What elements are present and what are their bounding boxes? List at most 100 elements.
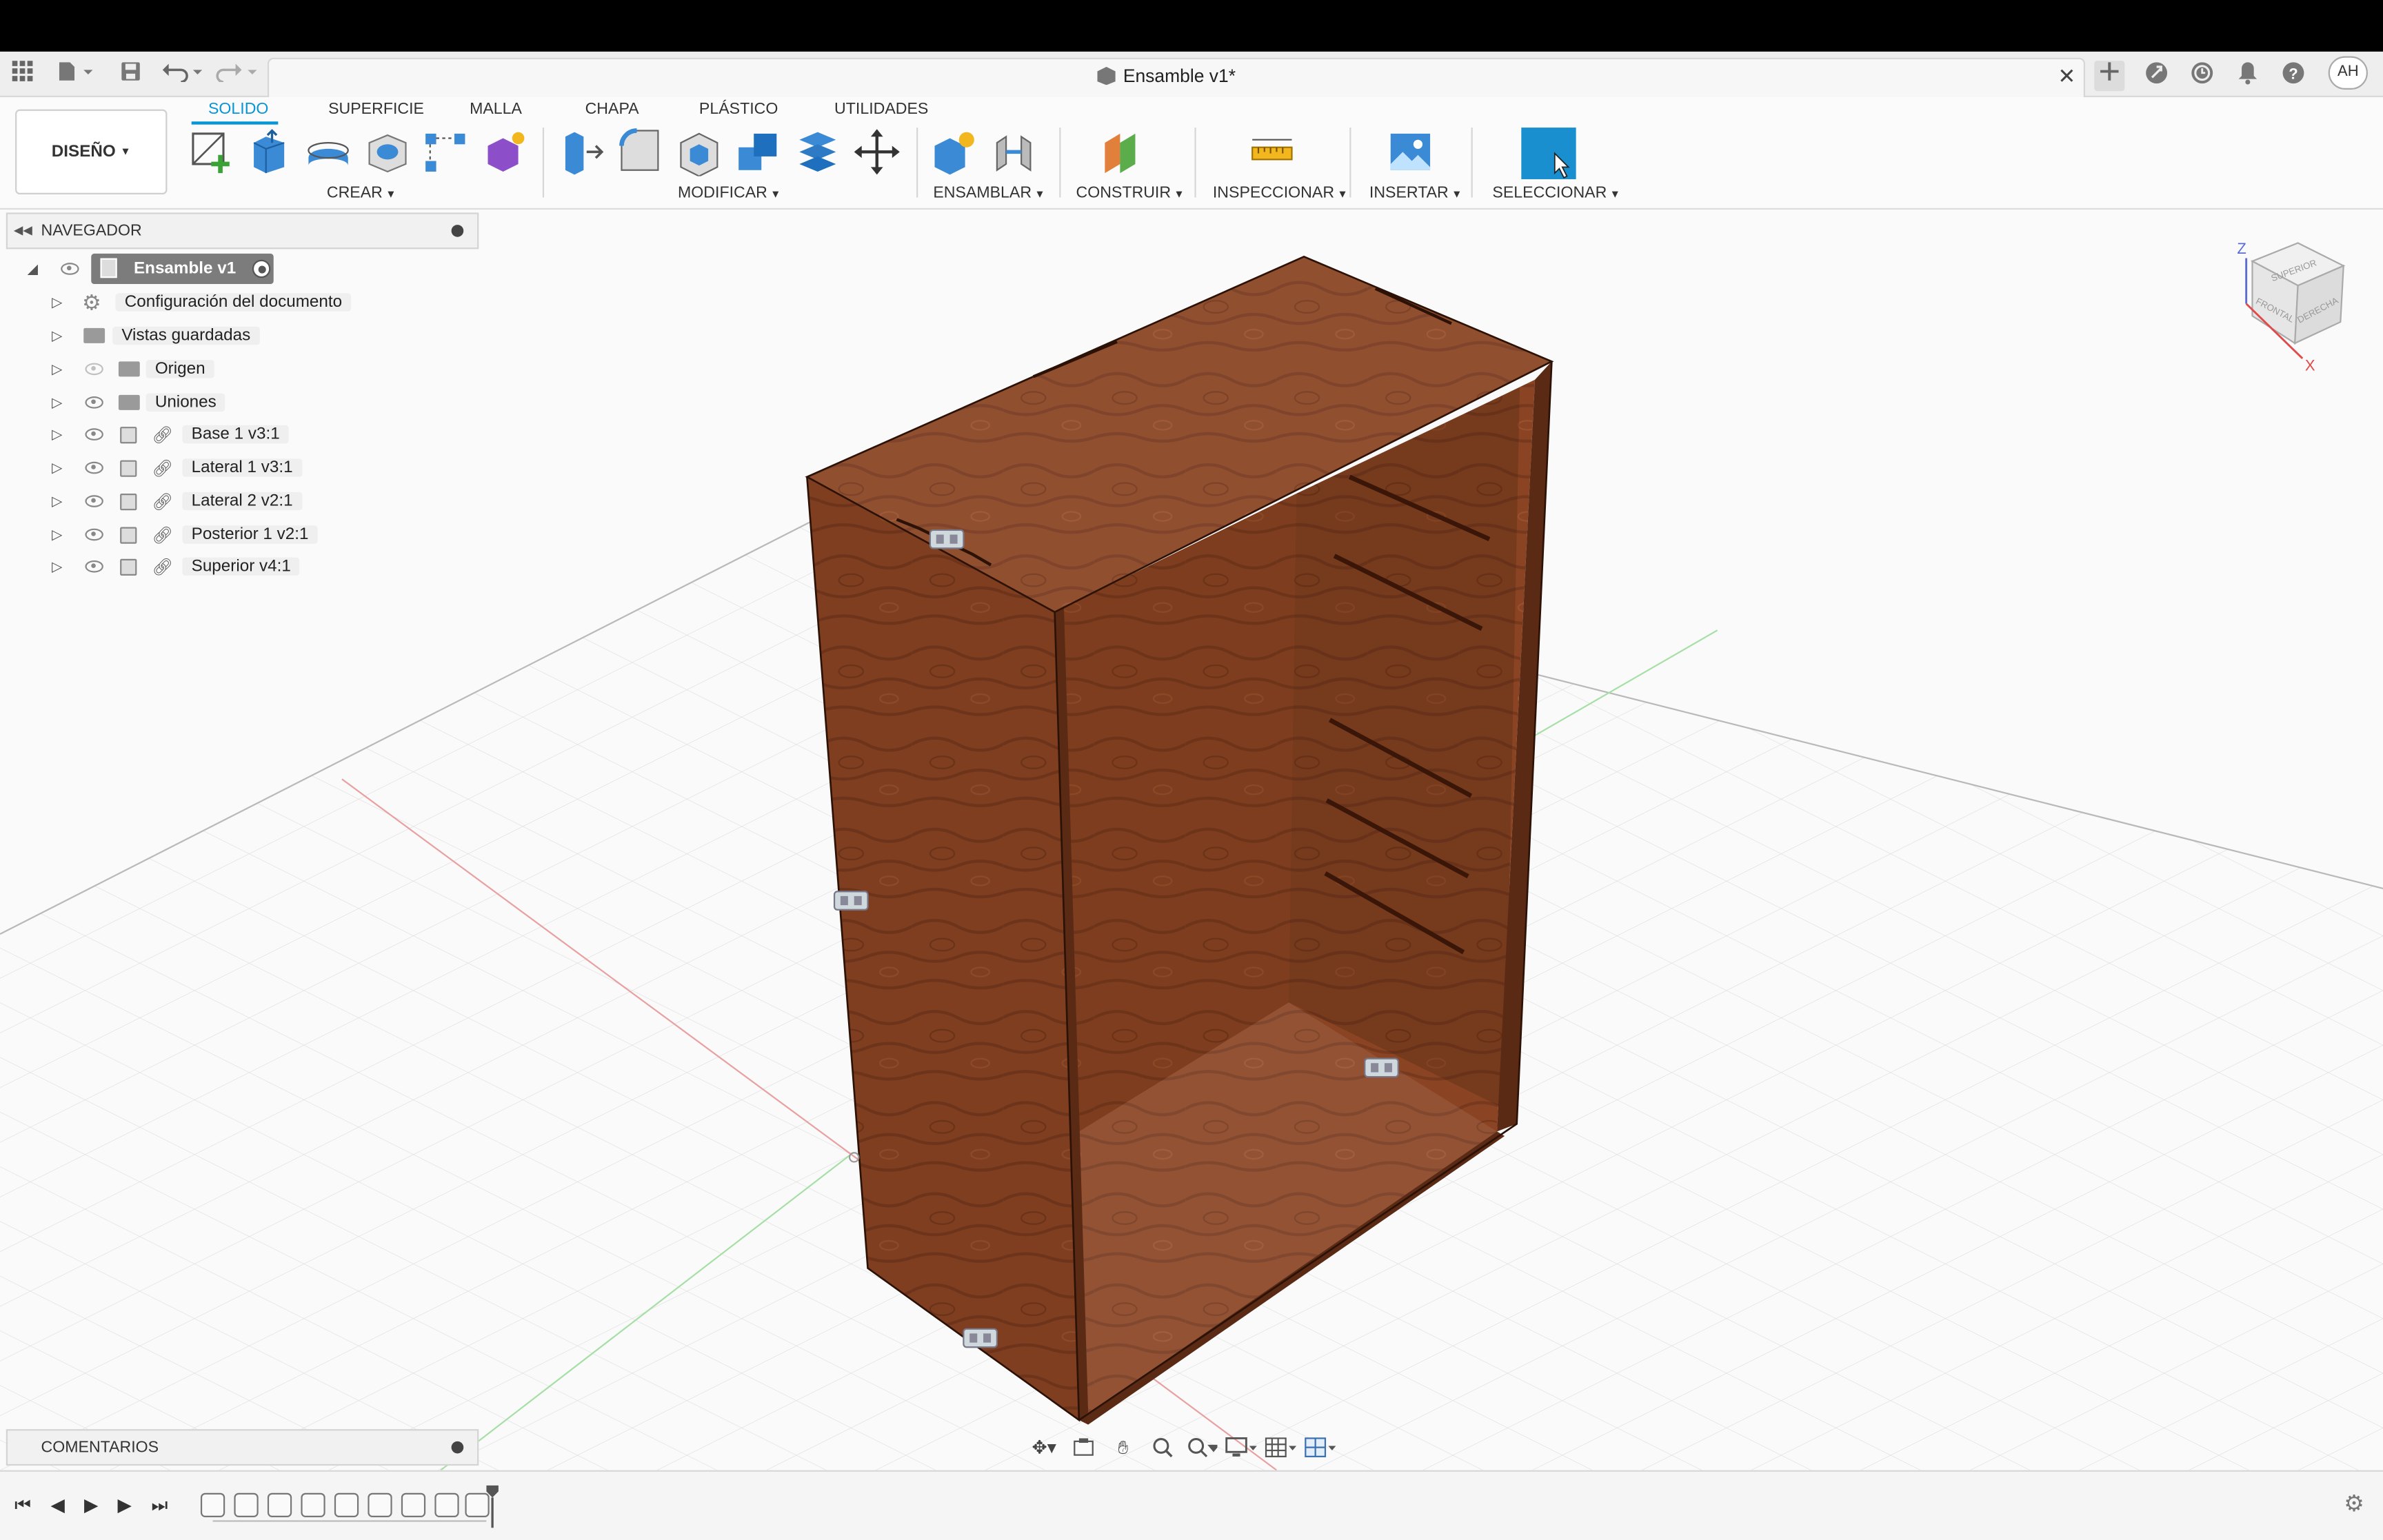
visibility-eye-icon[interactable] xyxy=(85,461,103,474)
play-icon[interactable]: ▶︎ xyxy=(79,1493,103,1517)
new-component-button[interactable] xyxy=(930,128,979,176)
timeline-joint-icon[interactable] xyxy=(334,1492,359,1517)
joint-glyph[interactable] xyxy=(963,1328,998,1348)
rectangular-pattern-button[interactable] xyxy=(421,128,470,176)
go-to-end-icon[interactable]: ⏭︎ xyxy=(148,1493,172,1517)
browser-item-superior[interactable]: ▷ 🔗︎ Superior v4:1 xyxy=(52,551,301,582)
new-tab-icon[interactable] xyxy=(2094,61,2125,92)
tab-chapa[interactable]: CHAPA xyxy=(585,100,639,118)
timeline-feature-icon[interactable] xyxy=(301,1492,325,1517)
grid-settings-icon[interactable] xyxy=(1265,1432,1298,1463)
step-forward-icon[interactable]: ▶︎ xyxy=(112,1493,137,1517)
expand-triangle-icon[interactable]: ▷ xyxy=(52,394,73,411)
user-avatar[interactable]: AH xyxy=(2328,56,2368,90)
file-menu-icon[interactable] xyxy=(54,61,97,88)
display-settings-icon[interactable] xyxy=(1225,1432,1258,1463)
comments-panel-header[interactable]: COMENTARIOS xyxy=(6,1429,479,1466)
browser-item-lateral-2[interactable]: ▷ 🔗︎ Lateral 2 v2:1 xyxy=(52,486,302,516)
expand-triangle-icon[interactable]: ▷ xyxy=(52,493,73,509)
expand-triangle-icon[interactable]: ▷ xyxy=(52,526,73,543)
zoom-icon[interactable] xyxy=(1146,1432,1179,1463)
close-tab-icon[interactable]: ✕ xyxy=(2058,64,2075,90)
revolve-button[interactable] xyxy=(304,128,353,176)
activate-radio-icon[interactable] xyxy=(252,259,271,278)
step-back-icon[interactable]: ◀︎ xyxy=(46,1493,70,1517)
timeline-marker[interactable] xyxy=(486,1485,499,1528)
tab-solido[interactable]: SOLIDO xyxy=(208,100,268,118)
expand-triangle-icon[interactable]: ▷ xyxy=(52,426,73,443)
select-menu[interactable]: SELECCIONAR ▼ xyxy=(1492,184,1620,202)
expand-triangle-icon[interactable]: ▷ xyxy=(52,459,73,476)
visibility-eye-icon[interactable] xyxy=(61,263,79,275)
joint-glyph[interactable] xyxy=(1364,1057,1399,1078)
select-button[interactable] xyxy=(1521,128,1576,179)
expand-triangle-icon[interactable]: ▷ xyxy=(52,361,73,377)
pin-panel-icon[interactable] xyxy=(451,1441,464,1454)
press-pull-button[interactable] xyxy=(556,128,605,176)
visibility-eye-icon[interactable] xyxy=(85,560,103,573)
joint-button[interactable] xyxy=(989,128,1038,176)
inspect-menu[interactable]: INSPECCIONAR ▼ xyxy=(1213,184,1348,202)
timeline-settings-gear-icon[interactable]: ⚙ xyxy=(2342,1492,2366,1517)
notifications-bell-icon[interactable] xyxy=(2234,61,2262,88)
expand-triangle-icon[interactable]: ▷ xyxy=(52,294,73,310)
look-at-icon[interactable] xyxy=(1067,1432,1100,1463)
joint-glyph[interactable] xyxy=(833,891,869,911)
align-button[interactable] xyxy=(794,128,843,176)
timeline-joint-icon[interactable] xyxy=(401,1492,426,1517)
data-panel-grid-icon[interactable] xyxy=(9,61,37,88)
timeline-feature-icon[interactable] xyxy=(234,1492,259,1517)
browser-panel-header[interactable]: ◀◀ NAVEGADOR xyxy=(6,212,479,250)
insert-canvas-button[interactable] xyxy=(1386,128,1435,176)
move-copy-button[interactable] xyxy=(853,128,902,176)
expand-triangle-icon[interactable]: ▷ xyxy=(52,327,73,344)
tab-plastico[interactable]: PLÁSTICO xyxy=(699,100,778,118)
insert-menu[interactable]: INSERTAR ▼ xyxy=(1369,184,1462,202)
redo-icon[interactable] xyxy=(216,61,259,88)
measure-button[interactable] xyxy=(1248,128,1297,176)
shell-button[interactable] xyxy=(675,128,724,176)
model-canvas[interactable]: SUPERIOR FRONTAL DERECHA Z X xyxy=(0,210,2383,1470)
collapse-panel-icon[interactable]: ◀◀ xyxy=(14,214,32,247)
browser-item-origin[interactable]: ▷ Origen xyxy=(52,354,214,384)
modify-menu[interactable]: MODIFICAR ▼ xyxy=(678,184,781,202)
visibility-eye-icon[interactable] xyxy=(85,495,103,507)
browser-item-document-settings[interactable]: ▷ ⚙ Configuración del documento xyxy=(52,287,352,317)
browser-item-base-1[interactable]: ▷ 🔗︎ Base 1 v3:1 xyxy=(52,419,289,449)
browser-item-posterior-1[interactable]: ▷ 🔗︎ Posterior 1 v2:1 xyxy=(52,519,318,549)
workspace-switcher[interactable]: DISEÑO ▼ xyxy=(15,109,168,195)
viewports-icon[interactable] xyxy=(1304,1432,1337,1463)
fillet-button[interactable] xyxy=(616,128,665,176)
collapse-triangle-icon[interactable]: ◢ xyxy=(28,261,38,278)
extensions-icon[interactable] xyxy=(2143,61,2171,88)
undo-icon[interactable] xyxy=(161,61,204,88)
timeline-feature-icon[interactable] xyxy=(434,1492,459,1517)
visibility-eye-icon[interactable] xyxy=(85,428,103,440)
orbit-icon[interactable]: ✥▾ xyxy=(1027,1432,1060,1463)
hidden-eye-icon[interactable] xyxy=(85,363,103,376)
visibility-eye-icon[interactable] xyxy=(85,528,103,541)
joint-glyph[interactable] xyxy=(929,529,965,549)
construct-menu[interactable]: CONSTRUIR ▼ xyxy=(1076,184,1185,202)
browser-item-joints[interactable]: ▷ Uniones xyxy=(52,387,225,418)
pan-hand-icon[interactable]: ✋︎ xyxy=(1107,1432,1140,1463)
browser-item-saved-views[interactable]: ▷ Vistas guardadas xyxy=(52,321,260,351)
help-icon[interactable]: ? xyxy=(2280,61,2307,88)
hole-button[interactable] xyxy=(363,128,412,176)
save-icon[interactable] xyxy=(117,61,145,88)
extrude-button[interactable] xyxy=(245,128,294,176)
offset-plane-button[interactable] xyxy=(1099,128,1148,176)
fit-zoom-icon[interactable] xyxy=(1185,1432,1218,1463)
job-status-icon[interactable] xyxy=(2189,61,2216,88)
go-to-start-icon[interactable]: ⏮︎ xyxy=(10,1493,34,1517)
create-form-button[interactable] xyxy=(480,128,529,176)
assemble-menu[interactable]: ENSAMBLAR ▼ xyxy=(933,184,1045,202)
timeline-feature-icon[interactable] xyxy=(200,1492,225,1517)
pin-panel-icon[interactable] xyxy=(451,225,464,237)
combine-button[interactable] xyxy=(734,128,783,176)
tab-utilidades[interactable]: UTILIDADES xyxy=(834,100,928,118)
timeline-feature-icon[interactable] xyxy=(368,1492,392,1517)
timeline-joint-icon[interactable] xyxy=(267,1492,292,1517)
canvas-viewport[interactable]: SUPERIOR FRONTAL DERECHA Z X xyxy=(0,210,2383,1470)
browser-item-lateral-1[interactable]: ▷ 🔗︎ Lateral 1 v3:1 xyxy=(52,453,302,483)
